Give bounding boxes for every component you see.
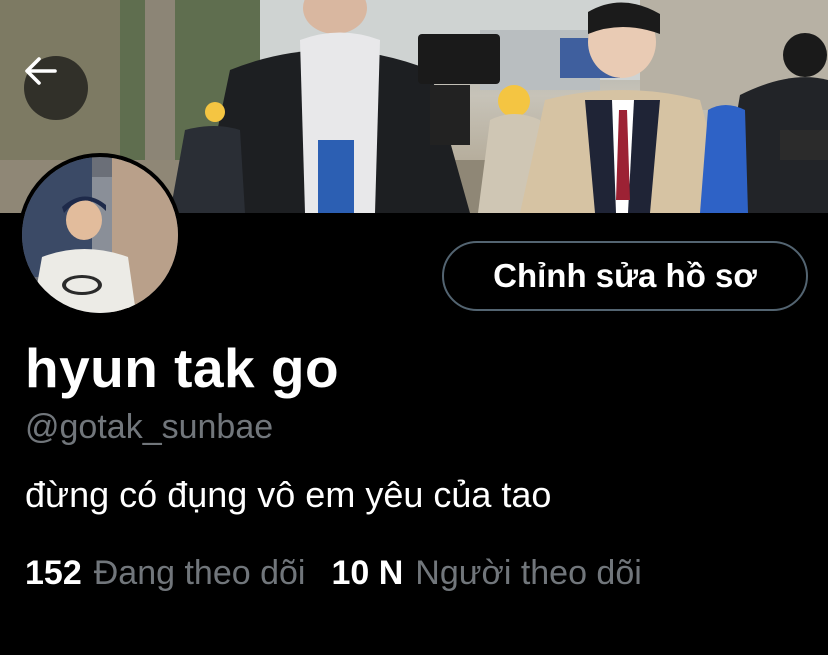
followers-count: 10 N bbox=[331, 554, 404, 592]
edit-profile-button[interactable]: Chỉnh sửa hồ sơ bbox=[442, 241, 808, 311]
followers-link[interactable]: 10 N Người theo dõi bbox=[331, 554, 641, 593]
avatar-photo bbox=[22, 157, 178, 313]
following-link[interactable]: 152 Đang theo dõi bbox=[25, 554, 305, 593]
edit-profile-label: Chỉnh sửa hồ sơ bbox=[493, 257, 757, 294]
back-button[interactable] bbox=[24, 56, 88, 120]
following-count: 152 bbox=[25, 554, 82, 592]
username-handle: @gotak_sunbae bbox=[25, 408, 274, 446]
avatar[interactable] bbox=[18, 153, 182, 317]
follow-stats: 152 Đang theo dõi 10 N Người theo dõi bbox=[25, 554, 642, 593]
display-name: hyun tak go bbox=[25, 337, 340, 399]
followers-label: Người theo dõi bbox=[415, 554, 642, 592]
profile-bio: đừng có đụng vô em yêu của tao bbox=[25, 474, 552, 515]
following-label: Đang theo dõi bbox=[93, 554, 306, 592]
